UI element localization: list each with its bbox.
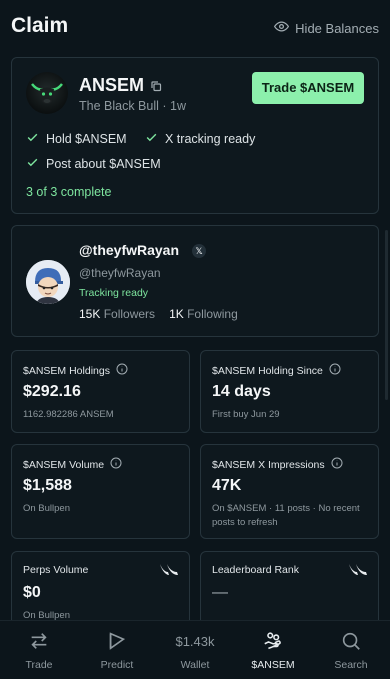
bullpen-horns-icon [348,563,368,577]
search-icon [312,630,390,652]
tile-label: $ANSEM X Impressions [212,458,325,471]
tile-sub: First buy Jun 29 [212,409,280,420]
tile-label: Leaderboard Rank [212,564,299,576]
following: 1K Following [169,307,238,321]
follow-stats: 15K Followers 1K Following [79,307,238,321]
following-count: 1K [169,307,184,321]
tile-value: $292.16 [23,383,81,400]
info-icon[interactable] [110,457,122,472]
tile-value: $0 [23,584,41,601]
nav-trade[interactable]: Trade [0,621,78,679]
check-item: Hold $ANSEM [26,131,127,147]
tile-sub: 1162.982286 ANSEM [23,409,114,420]
tile-value: 14 days [212,383,271,400]
nav-label: Search [334,659,368,671]
predict-icon [78,630,156,652]
nav-wallet[interactable]: $1.43k Wallet [156,621,234,679]
tile-value: 47K [212,477,242,494]
nav-ansem[interactable]: $ANSEM [234,621,312,679]
followers: 15K Followers [79,307,155,321]
stat-tile-holding-since: $ANSEM Holding Since 14 days First buy J… [200,350,379,433]
followers-label: Followers [103,307,156,321]
stat-tile-holdings: $ANSEM Holdings $292.16 1162.982286 ANSE… [11,350,190,433]
page-title: Claim [11,14,69,37]
x-icon: 𝕏 [192,244,206,258]
check-label: Hold $ANSEM [46,132,127,146]
trade-token-button[interactable]: Trade $ANSEM [252,72,364,104]
check-label: X tracking ready [165,132,256,146]
avatar [26,260,70,304]
tracking-status: Tracking ready [79,287,149,299]
nav-search[interactable]: Search [312,621,390,679]
nav-label: Trade [25,659,53,671]
copy-icon[interactable] [150,79,162,92]
check-icon [26,156,39,172]
tile-label: $ANSEM Holdings [23,364,110,377]
progress-text: 3 of 3 complete [26,185,112,199]
profile-display-handle: @theyfwRayan [79,242,180,258]
tile-sub: On Bullpen [23,503,71,514]
profile-handle: @theyfwRayan [79,266,161,280]
tile-label: Perps Volume [23,564,89,576]
nav-label: Predict [100,659,134,671]
stat-tile-volume: $ANSEM Volume $1,588 On Bullpen [11,444,190,539]
profile-card: @theyfwRayan 𝕏 @theyfwRayan Tracking rea… [11,225,379,337]
scrollbar[interactable] [385,230,388,400]
eye-icon [274,19,290,37]
stat-tile-impressions: $ANSEM X Impressions 47K On $ANSEM · 11 … [200,444,379,539]
tile-label: $ANSEM Volume [23,458,105,471]
nav-label: Wallet [180,659,210,671]
check-icon [26,131,39,147]
check-icon [145,131,158,147]
tile-value: $1,588 [23,477,72,494]
check-item: Post about $ANSEM [26,156,161,172]
token-logo [26,72,68,114]
tile-label: $ANSEM Holding Since [212,364,323,377]
header: Claim Hide Balances [0,0,390,50]
bullpen-horns-icon [159,563,179,577]
nav-predict[interactable]: Predict [78,621,156,679]
token-card: ANSEM The Black Bull · 1w Trade $ANSEM H… [11,57,379,214]
token-name: ANSEM [79,75,145,95]
hide-balances-label: Hide Balances [295,20,379,36]
check-label: Post about $ANSEM [46,157,161,171]
tile-sub: On $ANSEM · 11 posts · No recent posts t… [212,503,360,528]
hand-coins-icon [234,630,312,652]
bottom-nav: Trade Predict $1.43k Wallet $ANSEM Searc… [0,620,390,679]
check-item: X tracking ready [145,131,255,147]
nav-label: $ANSEM [251,659,295,671]
wallet-amount: $1.43k [175,633,215,649]
info-icon[interactable] [116,363,128,378]
tile-value: — [212,584,228,601]
info-icon[interactable] [331,457,343,472]
token-subtitle: The Black Bull · 1w [79,99,186,113]
followers-count: 15K [79,307,101,321]
swap-arrows-icon [0,630,78,652]
info-icon[interactable] [329,363,341,378]
hide-balances-button[interactable]: Hide Balances [274,19,379,37]
following-label: Following [187,307,238,321]
